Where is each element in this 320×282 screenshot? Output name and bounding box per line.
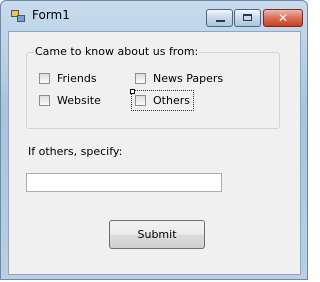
checkbox-box[interactable] — [135, 94, 146, 106]
submit-button[interactable]: Submit — [109, 220, 205, 249]
source-groupbox: Came to know about us from: Friends News… — [26, 45, 280, 129]
form-client-area: Came to know about us from: Friends News… — [8, 31, 301, 275]
window-title: Form1 — [32, 8, 70, 22]
checkbox-box[interactable] — [135, 72, 146, 84]
friends-checkbox[interactable]: Friends — [39, 70, 97, 86]
submit-label: Submit — [137, 228, 177, 241]
specify-label: If others, specify: — [28, 145, 123, 158]
groupbox-label: Came to know about us from: — [34, 45, 200, 58]
others-label: Others — [153, 93, 190, 107]
app-icon — [11, 10, 25, 22]
maximize-icon — [243, 14, 252, 21]
form-window: Form1 ✕ Came to know about us from: Frie… — [0, 0, 308, 280]
close-icon: ✕ — [277, 11, 289, 25]
checkbox-box[interactable] — [39, 94, 50, 106]
website-checkbox[interactable]: Website — [39, 92, 101, 108]
specify-textbox[interactable] — [26, 173, 222, 192]
checkbox-box[interactable] — [39, 72, 50, 84]
minimize-button[interactable] — [206, 9, 233, 27]
title-bar[interactable]: Form1 ✕ — [1, 1, 307, 31]
close-button[interactable]: ✕ — [263, 9, 303, 27]
maximize-button[interactable] — [234, 9, 261, 27]
website-label: Website — [57, 93, 101, 107]
others-checkbox[interactable]: Others — [135, 92, 190, 108]
minimize-icon — [216, 20, 225, 22]
news-papers-checkbox[interactable]: News Papers — [135, 70, 223, 86]
friends-label: Friends — [57, 71, 97, 85]
news-papers-label: News Papers — [153, 71, 224, 85]
